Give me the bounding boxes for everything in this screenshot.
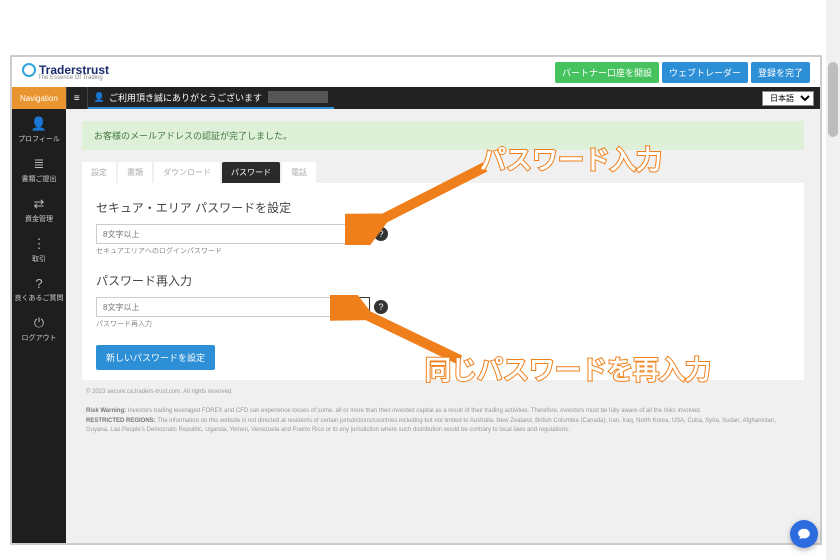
- chat-icon: [797, 527, 811, 541]
- sidebar-item-profile[interactable]: 👤 プロフィール: [12, 109, 66, 149]
- tab-settings[interactable]: 設定: [82, 162, 116, 183]
- tab-documents[interactable]: 書類: [118, 162, 152, 183]
- regions-heading: RESTRICTED REGIONS:: [86, 418, 156, 424]
- secure-password-title: セキュア・エリア パスワードを設定: [96, 193, 790, 224]
- dots-icon: ⋮: [14, 236, 64, 252]
- tab-download[interactable]: ダウンロード: [154, 162, 220, 183]
- transfer-icon: ⇄: [14, 196, 64, 212]
- person-icon: 👤: [14, 116, 64, 132]
- tab-phone[interactable]: 電話: [282, 162, 316, 183]
- sidebar-item-label: 資金管理: [25, 216, 53, 223]
- sidebar-item-label: 取引: [32, 256, 46, 263]
- sidebar-item-funds[interactable]: ⇄ 資金管理: [12, 189, 66, 229]
- navigation-button[interactable]: Navigation: [12, 87, 66, 109]
- user-icon: 👤: [94, 92, 105, 103]
- tab-password[interactable]: パスワード: [222, 162, 280, 183]
- question-icon: ?: [14, 276, 64, 291]
- webtrader-button[interactable]: ウェブトレーダー: [662, 62, 748, 83]
- tabs: 設定 書類 ダウンロード パスワード 電話: [82, 162, 804, 183]
- sidebar-item-faq[interactable]: ? 良くあるご質問: [12, 269, 66, 308]
- sidebar: 👤 プロフィール ≣ 書類ご提出 ⇄ 資金管理 ⋮ 取引 ? 良くあるご質問 ⏻ ログアウト: [12, 109, 66, 543]
- toggle-password-visibility[interactable]: ◉: [350, 224, 370, 244]
- greeting: 👤 ご利用頂き誠にありがとうございます: [88, 87, 334, 109]
- footer: © 2023 secure.ca.traders-trust.com. All …: [82, 380, 804, 436]
- browser-frame: Traderstrust The Essence Of Trading パートナ…: [10, 55, 822, 545]
- page-scrollbar[interactable]: [826, 0, 840, 560]
- confirm-hint: パスワード再入力: [96, 319, 790, 329]
- sidebar-item-trade[interactable]: ⋮ 取引: [12, 229, 66, 269]
- main-content: お客様のメールアドレスの認証が完了しました。 設定 書類 ダウンロード パスワー…: [66, 109, 820, 543]
- copyright: © 2023 secure.ca.traders-trust.com. All …: [86, 388, 800, 398]
- chat-button[interactable]: [790, 520, 818, 548]
- eye-icon: ◉: [356, 302, 365, 313]
- sidebar-item-label: プロフィール: [18, 136, 60, 143]
- partner-account-button[interactable]: パートナー口座を開設: [555, 62, 659, 83]
- language-select[interactable]: 日本語: [762, 91, 814, 106]
- username-redacted: [268, 91, 328, 103]
- risk-warning: Risk Warning: Investors trading leverage…: [86, 407, 800, 417]
- sidebar-item-label: 書類ご提出: [22, 176, 57, 183]
- document-icon: ≣: [14, 156, 64, 172]
- risk-text: Investors trading leveraged FOREX and CF…: [126, 408, 701, 414]
- sidebar-item-documents[interactable]: ≣ 書類ご提出: [12, 149, 66, 189]
- password-input[interactable]: [96, 224, 346, 244]
- greeting-text: ご利用頂き誠にありがとうございます: [109, 91, 262, 104]
- sidebar-item-logout[interactable]: ⏻ ログアウト: [12, 308, 66, 348]
- confirm-password-input[interactable]: [96, 297, 346, 317]
- success-alert: お客様のメールアドレスの認証が完了しました。: [82, 121, 804, 150]
- confirm-field-row: ◉ ?: [96, 297, 790, 317]
- logo-icon: [22, 63, 36, 77]
- scrollbar-thumb[interactable]: [828, 62, 838, 137]
- language-selector[interactable]: 日本語: [762, 91, 814, 106]
- risk-heading: Risk Warning:: [86, 408, 126, 414]
- eye-icon: ◉: [356, 229, 365, 240]
- topbar: Navigation ≡ 👤 ご利用頂き誠にありがとうございます 日本語: [12, 87, 820, 109]
- logo-tagline: The Essence Of Trading: [38, 75, 109, 81]
- save-password-button[interactable]: 新しいパスワードを設定: [96, 345, 215, 370]
- sidebar-item-label: 良くあるご質問: [15, 295, 64, 302]
- confirm-password-title: パスワード再入力: [96, 266, 790, 297]
- complete-registration-button[interactable]: 登録を完了: [751, 62, 810, 83]
- password-panel: セキュア・エリア パスワードを設定 ◉ ? セキュアエリアへのログインパスワード…: [82, 183, 804, 380]
- toggle-confirm-visibility[interactable]: ◉: [350, 297, 370, 317]
- power-icon: ⏻: [14, 315, 64, 331]
- logo: Traderstrust The Essence Of Trading: [22, 63, 109, 81]
- header: Traderstrust The Essence Of Trading パートナ…: [12, 57, 820, 87]
- hamburger-icon: ≡: [74, 93, 80, 104]
- password-field-row: ◉ ?: [96, 224, 790, 244]
- password-hint: セキュアエリアへのログインパスワード: [96, 246, 790, 256]
- help-icon[interactable]: ?: [374, 300, 388, 314]
- help-icon[interactable]: ?: [374, 227, 388, 241]
- header-buttons: パートナー口座を開設 ウェブトレーダー 登録を完了: [555, 62, 810, 83]
- regions-text: The information on this website is not d…: [86, 418, 776, 434]
- restricted-regions: RESTRICTED REGIONS: The information on t…: [86, 417, 800, 436]
- sidebar-item-label: ログアウト: [22, 335, 57, 342]
- menu-toggle[interactable]: ≡: [66, 87, 88, 109]
